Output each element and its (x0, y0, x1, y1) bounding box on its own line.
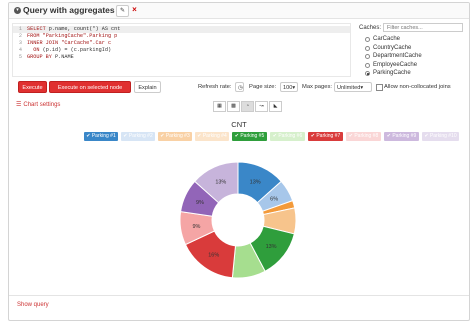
line-chart-icon[interactable]: ↝ (255, 101, 268, 112)
sql-code: SELECT p.name, count(*) AS cnt FROM "Par… (27, 26, 120, 61)
chart-title: CNT (231, 120, 247, 129)
slice-label: 13% (266, 244, 277, 250)
execute-selected-button[interactable]: Execute on selected node (49, 81, 131, 93)
pie-chart: 13% 6% 13% 16% 9% 9% 13% (179, 161, 297, 279)
area-chart-icon[interactable]: ◣ (269, 101, 282, 112)
chart-settings-link[interactable]: ☰ Chart settings (16, 101, 60, 108)
code-line: INNER JOIN "CarCache".Car c (27, 40, 112, 46)
line-number: 4 (18, 47, 22, 53)
view-switcher: ▦ ▩ ◔ ↝ ◣ (213, 101, 283, 112)
legend-item[interactable]: ✔ Parking #3 (158, 132, 192, 141)
slice-label: 13% (215, 180, 226, 186)
legend-item[interactable]: ✔ Parking #5 (232, 132, 267, 141)
allow-non-collocated-checkbox[interactable] (376, 84, 383, 91)
cache-option[interactable]: DepartmentCache (365, 52, 422, 61)
table-view-icon[interactable]: ▦ (213, 101, 226, 112)
slice-label: 9% (192, 224, 200, 230)
refresh-rate-label: Refresh rate: (198, 84, 232, 90)
legend-item[interactable]: ✔ Parking #7 (308, 132, 343, 141)
cache-option[interactable]: CarCache (365, 35, 422, 44)
max-pages-label: Max pages: (302, 84, 332, 90)
execute-button[interactable]: Execute (18, 81, 47, 93)
sql-editor[interactable]: 1 2 3 4 5 SELECT p.name, count(*) AS cnt… (12, 23, 351, 77)
pie-chart-icon[interactable]: ◔ (241, 101, 254, 112)
page-size-select[interactable]: 100▾ (280, 82, 298, 92)
slice-label: 6% (270, 197, 278, 203)
legend-item[interactable]: ✔ Parking #2 (121, 132, 155, 141)
code-line: GROUP BY P.NAME (27, 54, 74, 60)
code-line: ON (p.id) = (c.parkingId) (27, 47, 112, 53)
max-pages-select[interactable]: Unlimited▾ (334, 82, 372, 92)
refresh-clock-icon[interactable]: ◷ (235, 82, 244, 92)
slice-label: 16% (208, 252, 219, 258)
bar-chart-icon[interactable]: ▩ (227, 101, 240, 112)
slice-label: 13% (250, 180, 261, 186)
cache-filter-input[interactable] (383, 23, 463, 32)
line-number: 2 (18, 33, 22, 39)
query-panel: ▾ Query with aggregates ✎ × 1 2 3 4 5 SE… (8, 2, 470, 321)
line-number: 5 (18, 54, 22, 60)
legend-item[interactable]: ✔ Parking #9 (384, 132, 419, 141)
panel-header: ▾ Query with aggregates ✎ × (9, 3, 469, 19)
code-line: FROM "ParkingCache".Parking p (27, 33, 118, 39)
cache-option[interactable]: CountryCache (365, 44, 422, 53)
query-toolbar: Execute Execute on selected node Explain… (9, 81, 469, 95)
legend-item[interactable]: ✔ Parking #4 (195, 132, 229, 141)
legend-item[interactable]: ✔ Parking #1 (84, 132, 118, 141)
show-query-link[interactable]: Show query (17, 302, 49, 308)
panel-footer: Show query (9, 295, 469, 320)
cache-option[interactable]: ParkingCache (365, 69, 422, 78)
collapse-toggle-icon[interactable]: ▾ (14, 7, 21, 14)
page-size-label: Page size: (249, 84, 277, 90)
caches-label: Caches: (359, 25, 382, 31)
line-number: 3 (18, 40, 22, 46)
allow-non-collocated-label: Allow non-collocated joins (384, 84, 451, 90)
explain-button[interactable]: Explain (134, 81, 161, 93)
cache-option[interactable]: EmployeeCache (365, 61, 422, 70)
line-number: 1 (18, 26, 22, 32)
pencil-icon[interactable]: ✎ (116, 5, 129, 17)
legend-item[interactable]: ✔ Parking #10 (422, 132, 459, 141)
close-icon[interactable]: × (129, 5, 140, 15)
code-line: SELECT p.name, count(*) AS cnt (27, 26, 121, 32)
legend-item[interactable]: ✔ Parking #6 (270, 132, 305, 141)
menu-icon: ☰ (16, 102, 22, 108)
legend-item[interactable]: ✔ Parking #8 (346, 132, 381, 141)
slice-label: 9% (196, 200, 204, 206)
line-gutter: 1 2 3 4 5 (13, 26, 22, 61)
panel-title: Query with aggregates (23, 5, 115, 15)
